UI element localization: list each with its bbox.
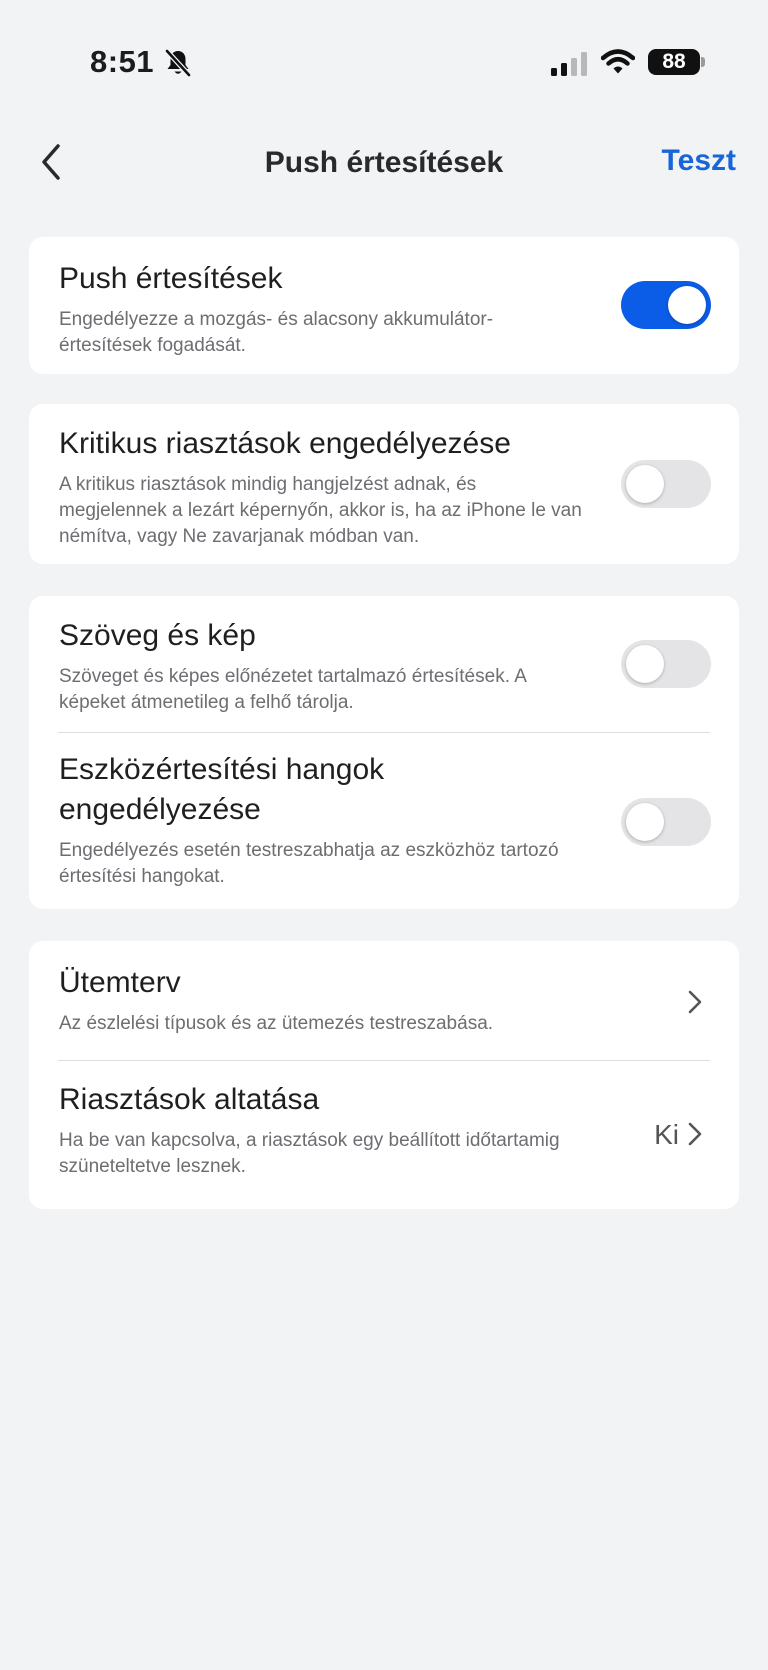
push-toggle[interactable] bbox=[621, 281, 711, 329]
page-title: Push értesítések bbox=[264, 146, 504, 179]
text-image-title: Szöveg és kép bbox=[59, 619, 256, 652]
text-image-description: Szöveget és képes előnézetet tartalmazó … bbox=[59, 666, 526, 713]
critical-description: A kritikus riasztások mindig hangjelzést… bbox=[59, 474, 582, 547]
snooze-value: Ki bbox=[654, 1119, 679, 1150]
device-sounds-title: Eszközértesítési hangok engedélyezése bbox=[59, 753, 385, 826]
device-sounds-toggle[interactable] bbox=[621, 798, 711, 846]
schedule-title: Ütemterv bbox=[59, 966, 181, 999]
push-card: Push értesítések Engedélyezze a mozgás- … bbox=[29, 237, 739, 374]
test-button[interactable]: Teszt bbox=[662, 144, 736, 178]
push-title: Push értesítések bbox=[59, 262, 283, 295]
schedule-row[interactable]: Ütemterv Az észlelési típusok és az ütem… bbox=[29, 941, 739, 1060]
wifi-icon bbox=[601, 49, 635, 74]
nav-bar: Push értesítések Teszt bbox=[0, 130, 768, 196]
snooze-title: Riasztások altatása bbox=[59, 1083, 320, 1116]
chevron-right-icon bbox=[688, 1122, 702, 1146]
status-time: 8:51 bbox=[90, 44, 155, 79]
snooze-description: Ha be van kapcsolva, a riasztások egy be… bbox=[59, 1130, 560, 1177]
battery-cap bbox=[701, 57, 705, 67]
toggle-knob bbox=[626, 803, 664, 841]
critical-title: Kritikus riasztások engedélyezése bbox=[59, 427, 511, 460]
cellular-signal-icon bbox=[551, 52, 587, 76]
toggle-knob bbox=[626, 465, 664, 503]
push-description: Engedélyezze a mozgás- és alacsony akkum… bbox=[59, 309, 494, 356]
critical-toggle[interactable] bbox=[621, 460, 711, 508]
snooze-row[interactable]: Riasztások altatása Ha be van kapcsolva,… bbox=[29, 1060, 739, 1180]
schedule-description: Az észlelési típusok és az ütemezés test… bbox=[59, 1013, 494, 1034]
toggle-knob bbox=[668, 286, 706, 324]
status-bar: 8:51 88 bbox=[0, 0, 768, 110]
schedule-card: Ütemterv Az észlelési típusok és az ütem… bbox=[29, 941, 739, 1209]
bell-slash-icon bbox=[165, 49, 191, 77]
chevron-right-icon bbox=[688, 990, 702, 1014]
media-card: Szöveg és kép Szöveget és képes előnézet… bbox=[29, 596, 739, 909]
critical-card: Kritikus riasztások engedélyezése A krit… bbox=[29, 404, 739, 564]
battery-level: 88 bbox=[662, 50, 686, 73]
battery-icon: 88 bbox=[648, 49, 700, 75]
toggle-knob bbox=[626, 645, 664, 683]
device-sounds-description: Engedélyezés esetén testreszabhatja az e… bbox=[59, 840, 559, 887]
text-image-toggle[interactable] bbox=[621, 640, 711, 688]
